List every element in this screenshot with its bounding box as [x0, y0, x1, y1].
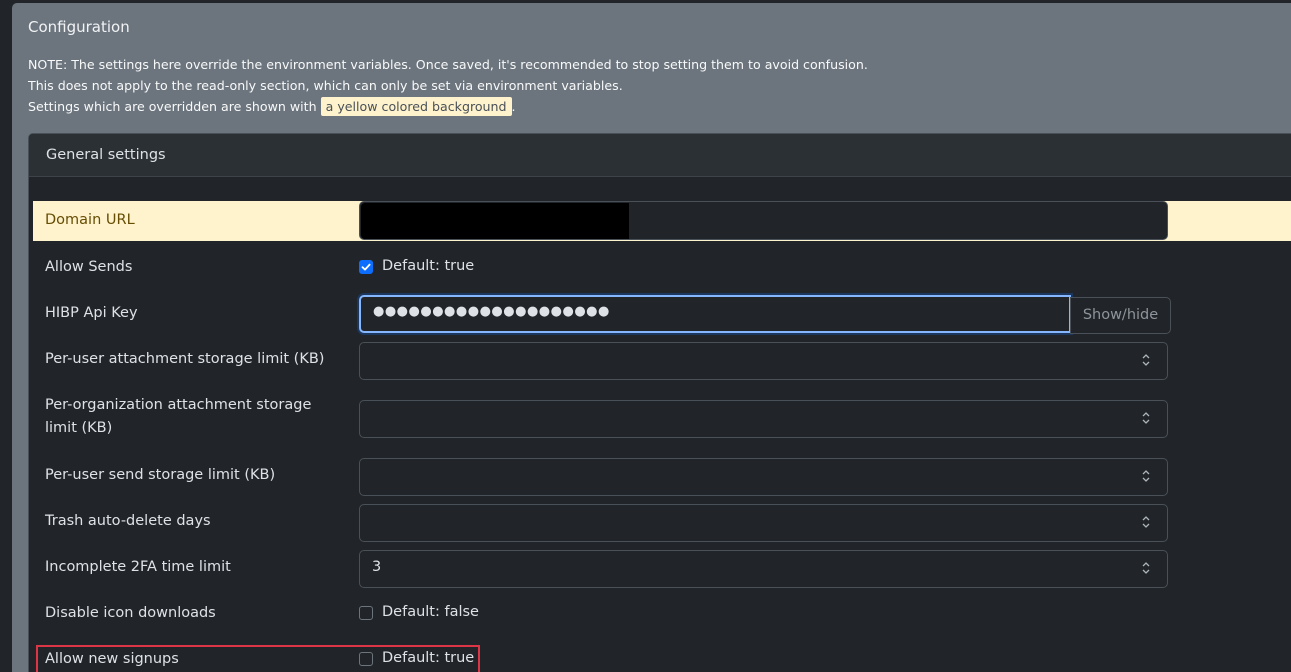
- spinner-icon[interactable]: [1141, 410, 1151, 426]
- hibp-api-key-input[interactable]: ●●●●●●●●●●●●●●●●●●●●: [359, 295, 1071, 333]
- note-line-3-suffix: .: [511, 99, 516, 114]
- allow-sends-default: Default: true: [382, 258, 475, 274]
- show-hide-button[interactable]: Show/hide: [1070, 297, 1171, 334]
- hibp-api-key-label: HIBP Api Key: [45, 305, 138, 321]
- hibp-api-key-value: ●●●●●●●●●●●●●●●●●●●●: [373, 304, 610, 319]
- incomplete-2fa-limit-label: Incomplete 2FA time limit: [45, 559, 231, 575]
- incomplete-2fa-limit-value: 3: [372, 559, 382, 575]
- user-send-limit-label: Per-user send storage limit (KB): [45, 467, 276, 483]
- spinner-icon[interactable]: [1141, 468, 1151, 484]
- spinner-icon[interactable]: [1141, 352, 1151, 368]
- general-settings-header[interactable]: General settings: [29, 134, 1291, 177]
- trash-auto-delete-label: Trash auto-delete days: [45, 513, 211, 529]
- user-attachment-limit-label: Per-user attachment storage limit (KB): [45, 351, 325, 367]
- domain-url-label: Domain URL: [45, 212, 135, 228]
- org-attachment-limit-input[interactable]: [359, 400, 1168, 438]
- allow-sends-checkbox[interactable]: [359, 260, 373, 274]
- disable-icon-downloads-checkbox[interactable]: [359, 606, 373, 620]
- incomplete-2fa-limit-input[interactable]: 3: [359, 550, 1168, 588]
- org-attachment-limit-label-line-1: Per-organization attachment storage: [45, 397, 312, 413]
- override-highlight-sample: a yellow colored background: [320, 97, 512, 116]
- page-title: Configuration: [28, 18, 130, 36]
- org-attachment-limit-label-line-2: limit (KB): [45, 420, 113, 436]
- section-title: General settings: [46, 147, 166, 163]
- spinner-icon[interactable]: [1141, 514, 1151, 530]
- org-attachment-limit-label: Per-organization attachment storage limi…: [45, 394, 311, 440]
- allow-new-signups-default: Default: true: [382, 650, 475, 666]
- trash-auto-delete-input[interactable]: [359, 504, 1168, 542]
- note-line-3-prefix: Settings which are overridden are shown …: [28, 99, 317, 114]
- note-line-3: Settings which are overridden are shown …: [28, 97, 516, 116]
- user-send-limit-input[interactable]: [359, 458, 1168, 496]
- note-line-1: NOTE: The settings here override the env…: [28, 57, 868, 72]
- disable-icon-downloads-label: Disable icon downloads: [45, 605, 216, 621]
- checkmark-icon: [361, 263, 371, 271]
- allow-sends-label: Allow Sends: [45, 259, 133, 275]
- domain-url-input[interactable]: [359, 201, 1168, 240]
- configuration-panel: Configuration NOTE: The settings here ov…: [12, 3, 1291, 672]
- allow-new-signups-checkbox[interactable]: [359, 652, 373, 666]
- redacted-value: [361, 203, 629, 239]
- spinner-icon[interactable]: [1141, 560, 1151, 576]
- general-settings-card: General settings Domain URL Allow Sends …: [28, 133, 1291, 672]
- disable-icon-downloads-default: Default: false: [382, 604, 479, 620]
- note-line-2: This does not apply to the read-only sec…: [28, 78, 623, 93]
- user-attachment-limit-input[interactable]: [359, 342, 1168, 380]
- allow-new-signups-label: Allow new signups: [45, 651, 179, 667]
